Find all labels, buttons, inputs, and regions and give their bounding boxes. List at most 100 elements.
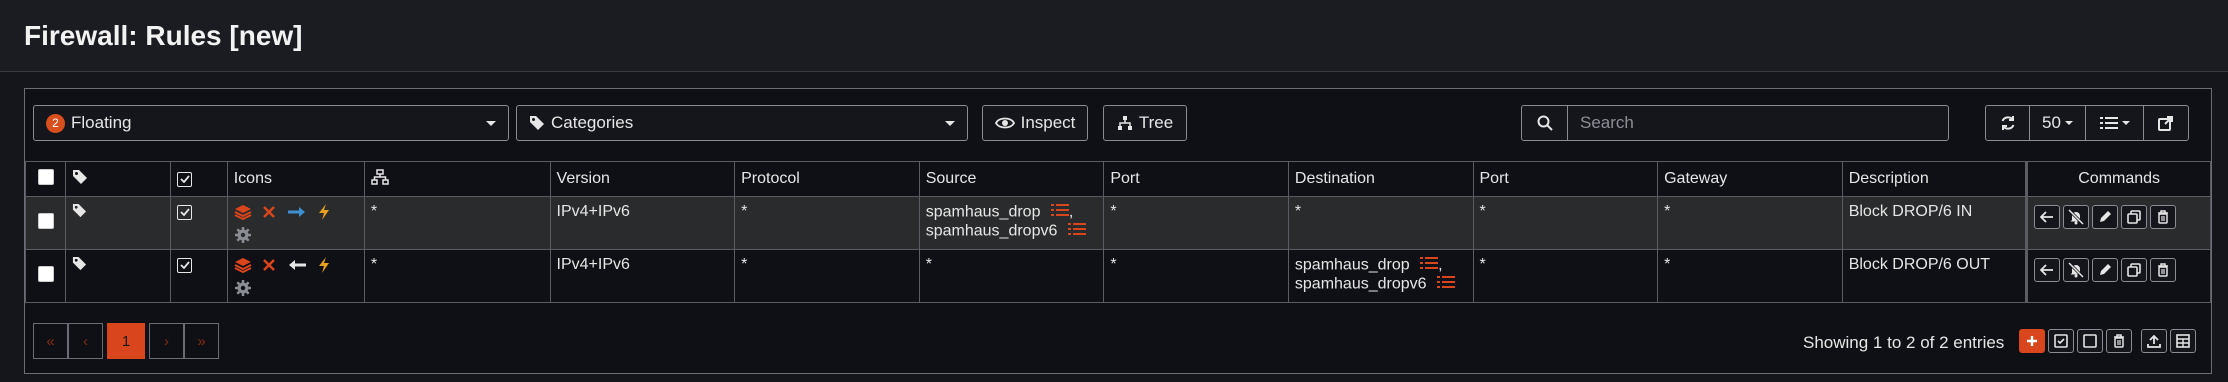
edit-button[interactable]: [2092, 205, 2119, 229]
interface-count-badge: 2: [46, 113, 65, 133]
columns-select[interactable]: [2086, 106, 2144, 140]
tag-icon: [530, 116, 544, 130]
select-all-cell: [24, 161, 67, 197]
network-header[interactable]: [363, 161, 551, 197]
trash-icon: [2114, 334, 2124, 348]
gear-icon: [234, 226, 252, 249]
refresh-button[interactable]: [1986, 106, 2030, 140]
next-page-button[interactable]: ›: [149, 323, 184, 359]
tree-button[interactable]: Tree: [1103, 105, 1187, 141]
page-header: Firewall: Rules [new]: [0, 0, 2228, 72]
disable-selected-button[interactable]: [2077, 329, 2103, 353]
clone-button[interactable]: [2121, 258, 2148, 282]
sitemap-icon: [371, 168, 389, 185]
export-button[interactable]: [2144, 106, 2188, 140]
copy-icon: [2127, 210, 2142, 224]
trash-icon: [2158, 210, 2169, 224]
table-settings-button[interactable]: [2170, 329, 2196, 353]
arrow-left-icon: [287, 258, 307, 277]
rules-table: Icons Version Protocol Source Port Desti…: [24, 161, 2211, 319]
inspect-button[interactable]: Inspect: [982, 105, 1088, 141]
share-icon: [2158, 116, 2173, 131]
block-icon: [262, 205, 276, 224]
source-port-cell: *: [1103, 196, 1289, 250]
destination-alias-link[interactable]: spamhaus_dropv6: [1295, 276, 1427, 293]
delete-selected-button[interactable]: [2106, 329, 2132, 353]
categories-select[interactable]: Categories: [516, 105, 968, 141]
categories-select-label: Categories: [551, 113, 634, 132]
network-cell: *: [363, 196, 551, 250]
enabled-toggle[interactable]: [177, 204, 193, 220]
page-1-button[interactable]: 1: [107, 323, 145, 359]
chevron-down-icon: [486, 121, 496, 126]
version-cell: IPv4+IPv6: [549, 196, 736, 250]
last-page-button[interactable]: »: [184, 323, 219, 359]
prev-page-button[interactable]: ‹: [68, 323, 103, 359]
table-row[interactable]: * IPv4+IPv6 * spamhaus_drop , spamhaus_d…: [24, 196, 2211, 250]
source-cell: *: [918, 249, 1105, 303]
eye-icon: [994, 117, 1015, 129]
row-select-checkbox[interactable]: [37, 265, 54, 282]
table-row[interactable]: * IPv4+IPv6 * * * spamhaus_drop , spamha…: [24, 249, 2211, 303]
list-icon[interactable]: [1420, 256, 1439, 275]
chevron-down-icon: [2121, 121, 2130, 125]
edit-button[interactable]: [2092, 258, 2119, 282]
destination-port-cell: *: [1472, 196, 1659, 250]
enable-selected-button[interactable]: [2048, 329, 2074, 353]
delete-button[interactable]: [2150, 205, 2177, 229]
move-button[interactable]: [2034, 205, 2061, 229]
checkbox-icon: [177, 171, 193, 187]
check-square-icon: [2054, 334, 2068, 348]
select-all-checkbox[interactable]: [37, 168, 54, 185]
commands-cell: [2025, 249, 2211, 303]
description-header[interactable]: Description: [1841, 161, 2028, 197]
destination-alias-link[interactable]: spamhaus_drop: [1295, 257, 1410, 274]
table-icon: [2176, 334, 2190, 348]
category-header[interactable]: [65, 161, 172, 197]
tree-button-label: Tree: [1138, 113, 1174, 132]
gear-icon: [234, 279, 252, 302]
source-port-header[interactable]: Port: [1103, 161, 1289, 197]
gateway-cell: *: [1657, 196, 1843, 250]
source-alias-link[interactable]: spamhaus_drop: [926, 204, 1041, 221]
table-spacer: [25, 302, 2211, 319]
copy-icon: [2127, 263, 2142, 277]
lightning-icon: [317, 256, 331, 279]
commands-cell: [2025, 196, 2211, 250]
icons-header[interactable]: Icons: [226, 161, 365, 197]
add-rule-button[interactable]: [2019, 329, 2045, 353]
toggle-log-button[interactable]: [2063, 258, 2090, 282]
source-header[interactable]: Source: [918, 161, 1105, 197]
source-alias-link[interactable]: spamhaus_dropv6: [926, 223, 1058, 240]
list-icon[interactable]: [1050, 203, 1069, 222]
destination-cell: spamhaus_drop , spamhaus_dropv6: [1287, 249, 1474, 303]
version-header[interactable]: Version: [549, 161, 736, 197]
list-icon: [2099, 117, 2118, 129]
first-page-button[interactable]: «: [33, 323, 68, 359]
rows-per-page-select[interactable]: 50: [2030, 106, 2086, 140]
protocol-cell: *: [734, 249, 920, 303]
upload-button[interactable]: [2141, 329, 2167, 353]
enabled-header[interactable]: [170, 161, 228, 197]
protocol-header[interactable]: Protocol: [734, 161, 920, 197]
pencil-icon: [2100, 211, 2112, 222]
move-button[interactable]: [2034, 258, 2061, 282]
delete-button[interactable]: [2150, 258, 2177, 282]
bell-slash-icon: [2068, 262, 2085, 278]
enabled-toggle[interactable]: [177, 257, 193, 273]
destination-port-header[interactable]: Port: [1472, 161, 1659, 197]
page-title: Firewall: Rules [new]: [24, 19, 303, 51]
row-select-checkbox[interactable]: [37, 212, 54, 229]
gateway-header[interactable]: Gateway: [1657, 161, 1843, 197]
layers-icon: [234, 256, 252, 279]
entries-info: Showing 1 to 2 of 2 entries: [1803, 333, 2005, 352]
search-input[interactable]: [1568, 106, 1948, 140]
arrow-left-icon: [2040, 264, 2054, 276]
protocol-cell: *: [734, 196, 920, 250]
destination-header[interactable]: Destination: [1287, 161, 1474, 197]
interface-select[interactable]: 2 Floating: [33, 105, 509, 141]
clone-button[interactable]: [2121, 205, 2148, 229]
toggle-log-button[interactable]: [2063, 205, 2090, 229]
list-icon[interactable]: [1067, 222, 1086, 241]
list-icon[interactable]: [1437, 275, 1455, 294]
